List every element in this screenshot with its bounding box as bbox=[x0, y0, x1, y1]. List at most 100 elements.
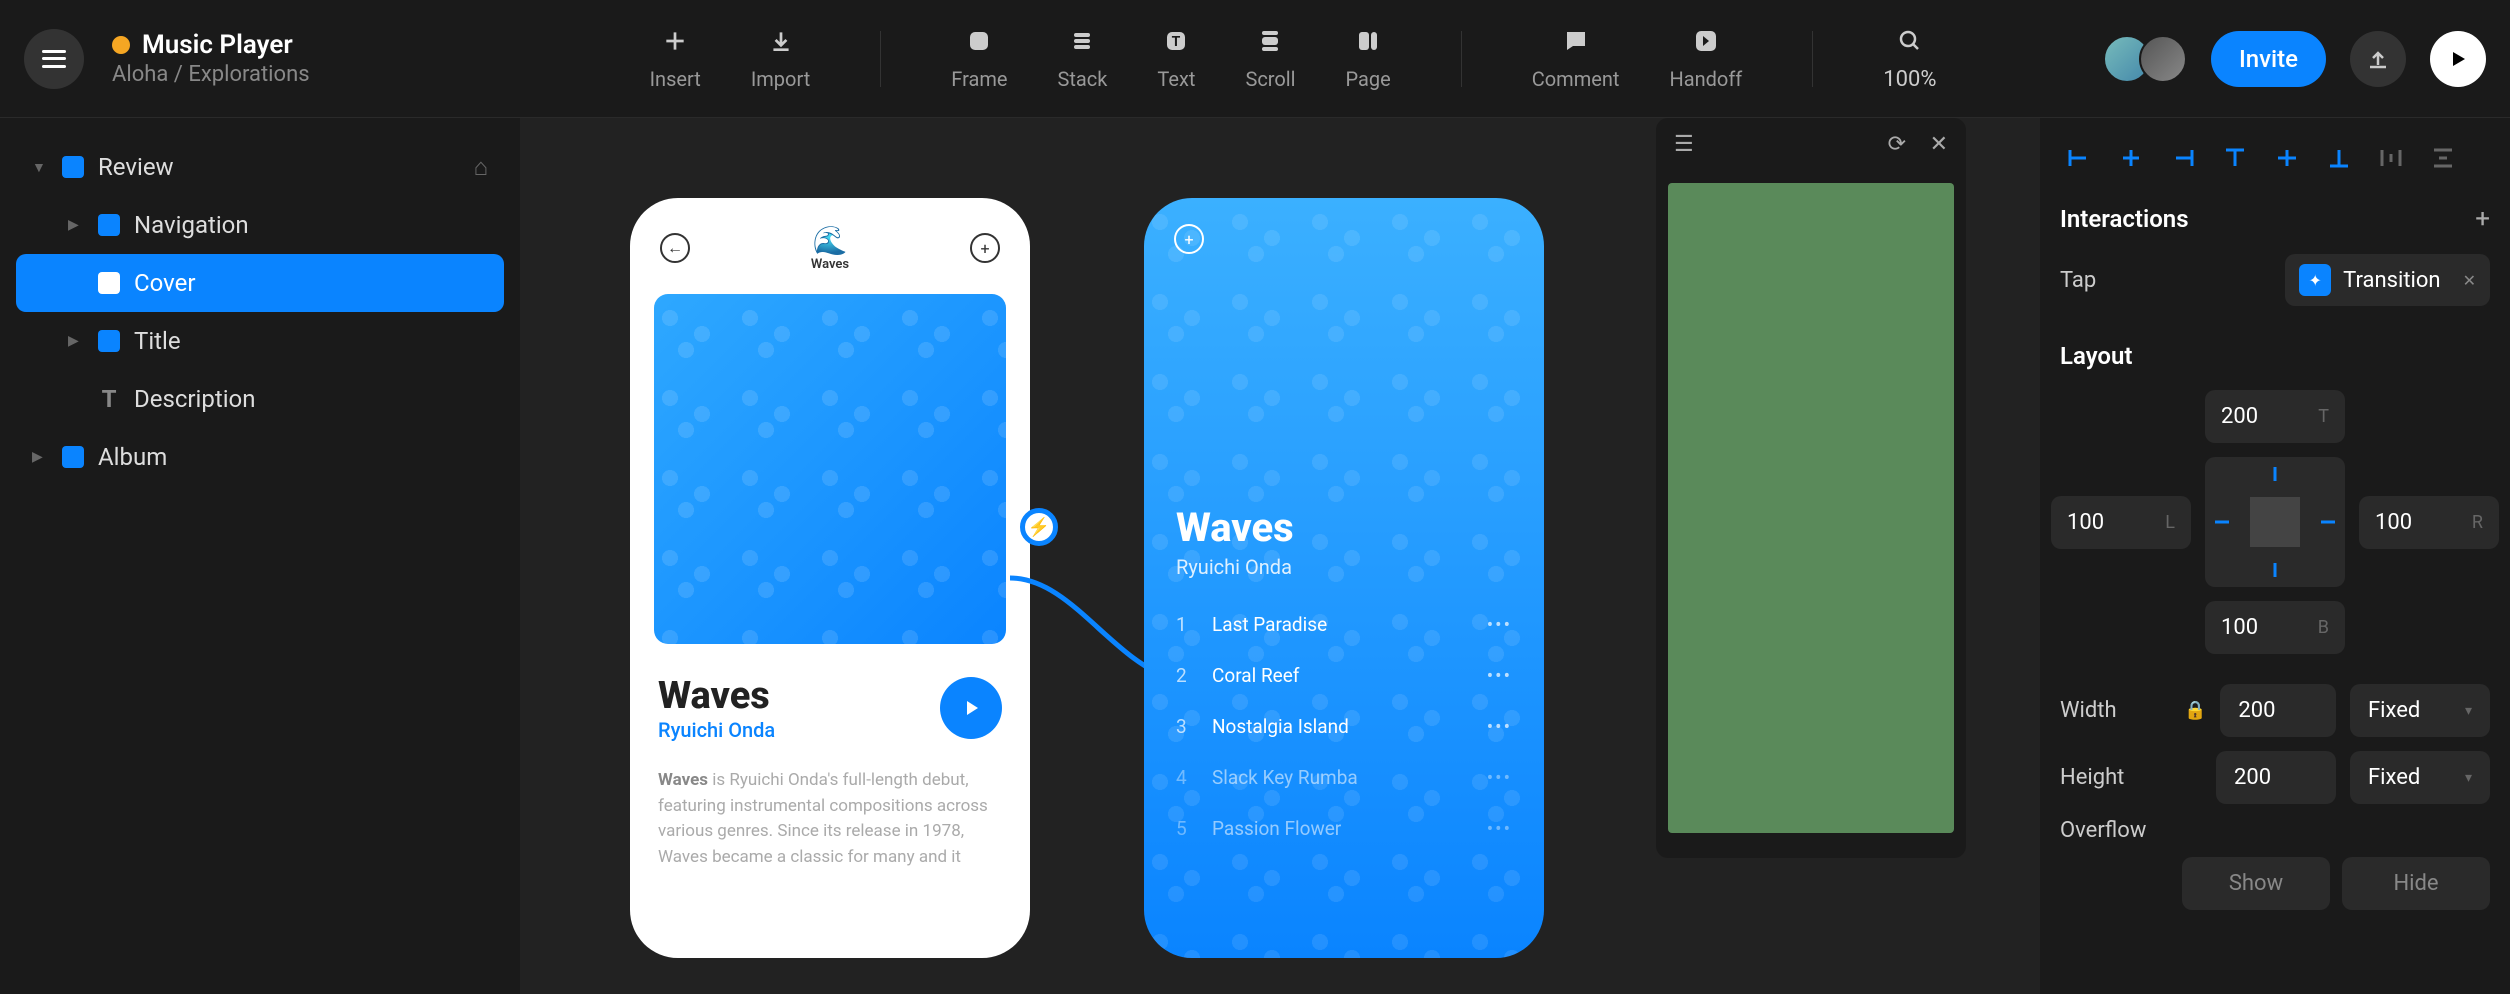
artboard-album[interactable]: + Waves Ryuichi Onda 1Last Paradise•••2C… bbox=[1144, 198, 1544, 958]
collaborator-avatars[interactable] bbox=[2103, 35, 2187, 83]
overflow-show-button[interactable]: Show bbox=[2182, 857, 2330, 910]
tree-item-album[interactable]: ▶ Album bbox=[16, 428, 504, 486]
tree-item-label: Review bbox=[98, 153, 174, 181]
frame-icon bbox=[98, 272, 120, 294]
zoom-level: 100% bbox=[1883, 67, 1936, 92]
track-row: 4Slack Key Rumba••• bbox=[1144, 752, 1544, 803]
constraint-widget[interactable] bbox=[2205, 457, 2345, 587]
align-bottom-button[interactable] bbox=[2320, 142, 2358, 174]
frame-icon bbox=[62, 446, 84, 468]
width-mode-select[interactable]: Fixed▾ bbox=[2350, 684, 2490, 737]
lock-icon[interactable]: 🔒 bbox=[2184, 700, 2206, 721]
tool-frame[interactable]: Frame bbox=[951, 25, 1007, 92]
wave-icon: 🌊 bbox=[811, 224, 849, 257]
width-label: Width bbox=[2060, 698, 2170, 723]
distribute-v-button[interactable] bbox=[2424, 142, 2462, 174]
search-icon bbox=[1894, 25, 1926, 57]
preview-button[interactable] bbox=[2430, 31, 2486, 87]
cover-art bbox=[654, 294, 1006, 644]
interaction-trigger-label[interactable]: Tap bbox=[2060, 268, 2096, 293]
play-icon bbox=[2447, 48, 2469, 70]
tool-import[interactable]: Import bbox=[751, 25, 810, 92]
tree-item-navigation[interactable]: ▶ Navigation bbox=[16, 196, 504, 254]
height-label: Height bbox=[2060, 765, 2170, 790]
tool-zoom[interactable]: 100% bbox=[1883, 25, 1936, 92]
tool-insert[interactable]: Insert bbox=[650, 25, 701, 92]
tree-item-label: Description bbox=[134, 385, 256, 413]
refresh-icon: ⟳ bbox=[1888, 132, 1906, 157]
add-icon: + bbox=[970, 233, 1000, 263]
width-input[interactable]: 200 bbox=[2220, 684, 2336, 737]
album-artist: Ryuichi Onda bbox=[658, 718, 775, 742]
app-title: Music Player bbox=[142, 30, 293, 60]
height-input[interactable]: 200 bbox=[2216, 751, 2336, 804]
share-button[interactable] bbox=[2350, 31, 2406, 87]
remove-interaction-button[interactable]: ✕ bbox=[2463, 271, 2476, 290]
chevron-down-icon: ▾ bbox=[2465, 703, 2472, 719]
inspector-panel: Interactions + Tap ✦ Transition ✕ Layout… bbox=[2040, 118, 2510, 994]
align-center-v-button[interactable] bbox=[2268, 142, 2306, 174]
design-canvas[interactable]: ← 🌊 Waves + Waves Ryuichi Onda Waves is … bbox=[520, 118, 2040, 994]
overflow-label: Overflow bbox=[2060, 818, 2170, 843]
svg-text:T: T bbox=[1172, 34, 1181, 50]
chevron-right-icon: ▶ bbox=[68, 333, 84, 349]
overflow-hide-button[interactable]: Hide bbox=[2342, 857, 2490, 910]
page-icon bbox=[1352, 25, 1384, 57]
album-title: Waves bbox=[658, 674, 775, 718]
layout-heading: Layout bbox=[2060, 342, 2132, 370]
tree-item-label: Cover bbox=[134, 269, 195, 297]
play-button bbox=[940, 677, 1002, 739]
title-block: Music Player Aloha / Explorations bbox=[112, 30, 310, 87]
interaction-node-icon[interactable]: ⚡ bbox=[1020, 508, 1058, 546]
chevron-right-icon: ▶ bbox=[32, 449, 48, 465]
align-left-button[interactable] bbox=[2060, 142, 2098, 174]
hamburger-icon bbox=[42, 50, 66, 68]
height-mode-select[interactable]: Fixed▾ bbox=[2350, 751, 2490, 804]
artboard-review[interactable]: ← 🌊 Waves + Waves Ryuichi Onda Waves is … bbox=[630, 198, 1030, 958]
align-center-h-button[interactable] bbox=[2112, 142, 2150, 174]
tree-item-cover[interactable]: Cover bbox=[16, 254, 504, 312]
tool-scroll[interactable]: Scroll bbox=[1245, 25, 1295, 92]
tree-item-title[interactable]: ▶ Title bbox=[16, 312, 504, 370]
transition-pill[interactable]: ✦ Transition ✕ bbox=[2285, 254, 2490, 306]
chevron-down-icon: ▾ bbox=[2465, 770, 2472, 786]
placeholder-frame bbox=[1668, 183, 1954, 833]
text-icon: T bbox=[98, 388, 120, 410]
close-icon: ✕ bbox=[1930, 132, 1948, 157]
pin-left-input[interactable]: 100L bbox=[2051, 496, 2191, 549]
align-top-button[interactable] bbox=[2216, 142, 2254, 174]
invite-button[interactable]: Invite bbox=[2211, 31, 2326, 87]
main-menu-button[interactable] bbox=[24, 29, 84, 89]
avatar bbox=[2139, 35, 2187, 83]
frame-icon bbox=[98, 214, 120, 236]
divider bbox=[1812, 31, 1813, 87]
artboard-preview[interactable]: ☰ ⟳ ✕ bbox=[1656, 118, 1966, 858]
tree-item-label: Title bbox=[134, 327, 181, 355]
tool-handoff[interactable]: Handoff bbox=[1669, 25, 1742, 92]
align-right-button[interactable] bbox=[2164, 142, 2202, 174]
breadcrumb[interactable]: Aloha / Explorations bbox=[112, 62, 310, 87]
back-icon: ← bbox=[660, 233, 690, 263]
tree-item-description[interactable]: T Description bbox=[16, 370, 504, 428]
tool-page[interactable]: Page bbox=[1346, 25, 1391, 92]
logo: 🌊 Waves bbox=[811, 224, 849, 272]
pin-bottom-input[interactable]: 100B bbox=[2205, 601, 2345, 654]
pin-top-input[interactable]: 200T bbox=[2205, 390, 2345, 443]
frame-icon bbox=[98, 330, 120, 352]
divider bbox=[1461, 31, 1462, 87]
add-interaction-button[interactable]: + bbox=[2475, 204, 2490, 234]
pin-right-input[interactable]: 100R bbox=[2359, 496, 2499, 549]
plus-icon bbox=[659, 25, 691, 57]
layers-panel: ▼ Review ⌂ ▶ Navigation Cover ▶ Title bbox=[0, 118, 520, 994]
distribute-h-button[interactable] bbox=[2372, 142, 2410, 174]
stack-icon bbox=[1066, 25, 1098, 57]
text-icon: T bbox=[1160, 25, 1192, 57]
tool-text[interactable]: T Text bbox=[1157, 25, 1195, 92]
download-icon bbox=[765, 25, 797, 57]
tool-comment[interactable]: Comment bbox=[1532, 25, 1620, 92]
album-description: Waves is Ryuichi Onda's full-length debu… bbox=[630, 760, 1030, 878]
tool-stack[interactable]: Stack bbox=[1057, 25, 1107, 92]
tree-item-review[interactable]: ▼ Review ⌂ bbox=[16, 138, 504, 196]
frame-icon bbox=[963, 25, 995, 57]
divider bbox=[880, 31, 881, 87]
